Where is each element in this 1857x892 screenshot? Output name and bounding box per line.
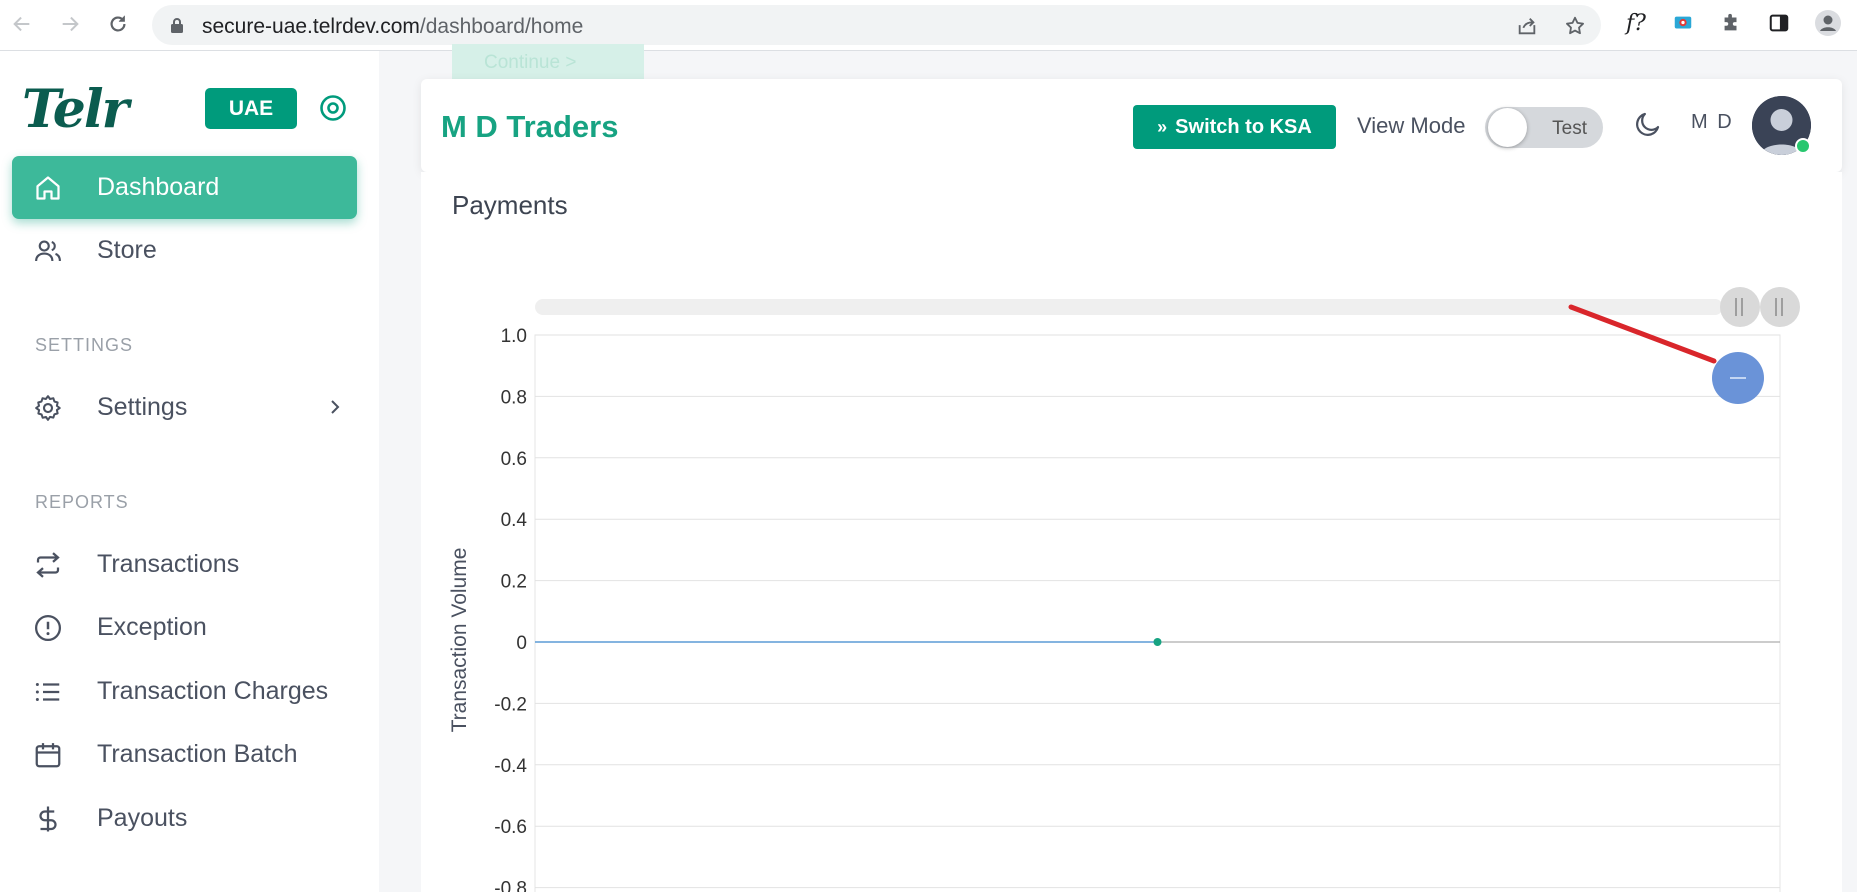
continue-button[interactable]: Continue > xyxy=(452,44,644,80)
y-tick-label: 0.6 xyxy=(501,449,527,470)
region-badge[interactable]: UAE xyxy=(205,88,297,129)
camera-extension-icon[interactable] xyxy=(1670,10,1696,36)
sidebar-item-transaction-charges[interactable]: Transaction Charges xyxy=(12,660,357,723)
section-label-settings: SETTINGS xyxy=(35,335,134,355)
reload-icon[interactable] xyxy=(105,11,131,37)
puzzle-icon[interactable] xyxy=(1718,10,1744,36)
annotation-arrow xyxy=(1568,304,1717,364)
plot-area xyxy=(534,334,1781,892)
sidebar: Telr UAE Dashboard Store SETTINGS Settin… xyxy=(0,51,379,892)
sidebar-item-payouts[interactable]: Payouts xyxy=(12,787,357,850)
forward-arrow-icon[interactable] xyxy=(57,11,83,37)
switch-to-ksa-button[interactable]: » Switch to KSA xyxy=(1133,105,1336,149)
chevron-right-icon xyxy=(329,397,341,417)
section-label-reports: REPORTS xyxy=(35,492,129,512)
y-tick-label: 0.8 xyxy=(501,387,527,408)
y-axis-label: Transaction Volume xyxy=(448,548,471,733)
star-icon[interactable] xyxy=(1563,14,1587,38)
y-tick-label: -0.6 xyxy=(494,817,527,838)
moon-icon[interactable] xyxy=(1633,109,1663,139)
merchant-name: M D Traders xyxy=(441,109,619,144)
sidebar-item-transaction-batch[interactable]: Transaction Batch xyxy=(12,723,357,786)
sidebar-item-label: Dashboard xyxy=(97,173,220,201)
telr-logo[interactable]: Telr xyxy=(22,79,129,140)
sidebar-item-label: Transactions xyxy=(97,550,240,578)
y-tick-label: 0 xyxy=(516,633,527,654)
sidebar-item-label: Settings xyxy=(97,393,188,421)
toggle-knob xyxy=(1488,108,1527,147)
target-icon[interactable] xyxy=(319,94,347,122)
font-extension-icon[interactable]: f? xyxy=(1623,10,1649,36)
lock-icon xyxy=(170,17,184,34)
zoom-handle-left[interactable] xyxy=(1720,287,1760,327)
address-bar[interactable]: secure-uae.telrdev.com/dashboard/home xyxy=(152,5,1601,45)
zoom-slider-track[interactable] xyxy=(535,299,1723,315)
sidebar-item-label: Payouts xyxy=(97,804,188,832)
y-tick-label: -0.8 xyxy=(494,879,527,892)
share-icon[interactable] xyxy=(1515,14,1539,38)
sidebar-item-label: Exception xyxy=(97,613,207,641)
online-status-dot xyxy=(1795,138,1811,154)
zoom-handle-right[interactable] xyxy=(1760,287,1800,327)
header-card: M D Traders » Switch to KSA View Mode Te… xyxy=(421,79,1842,172)
user-initials: M D xyxy=(1691,111,1734,133)
users-icon xyxy=(33,236,63,266)
browser-toolbar: secure-uae.telrdev.com/dashboard/home f? xyxy=(0,0,1857,51)
sidebar-item-transactions[interactable]: Transactions xyxy=(12,533,357,596)
payments-card: Payments 1.0 0.8 0.6 0.4 0.2 0 -0.2 -0.4 -0.6 -0.… xyxy=(421,172,1842,892)
data-point[interactable] xyxy=(1153,638,1162,646)
y-tick-label: -0.2 xyxy=(494,694,527,715)
sidebar-item-label: Transaction Charges xyxy=(97,677,329,705)
repeat-icon xyxy=(33,550,63,580)
calendar-icon xyxy=(33,740,63,770)
list-icon xyxy=(33,677,63,707)
sidebar-item-label: Transaction Batch xyxy=(97,740,298,768)
gear-icon xyxy=(33,393,63,423)
payments-chart: 1.0 0.8 0.6 0.4 0.2 0 -0.2 -0.4 -0.6 -0.8 Transac… xyxy=(448,287,1800,892)
side-panel-icon[interactable] xyxy=(1766,10,1792,36)
sidebar-item-settings[interactable]: Settings xyxy=(12,376,357,439)
alert-circle-icon xyxy=(33,613,63,643)
dollar-icon xyxy=(33,804,63,834)
y-tick-label: 0.2 xyxy=(501,572,527,593)
y-tick-label: -0.4 xyxy=(494,756,527,777)
switch-button-label: Switch to KSA xyxy=(1175,115,1312,138)
double-chevron-right-icon: » xyxy=(1157,116,1168,137)
sidebar-item-label: Store xyxy=(97,236,157,264)
url-text: secure-uae.telrdev.com/dashboard/home xyxy=(202,15,584,38)
collapse-button[interactable] xyxy=(1712,352,1764,404)
sidebar-item-store[interactable]: Store xyxy=(12,219,357,282)
profile-icon[interactable] xyxy=(1815,10,1841,36)
y-tick-label: 1.0 xyxy=(501,326,527,347)
view-mode-label: View Mode xyxy=(1357,113,1466,138)
view-mode-toggle[interactable]: Test xyxy=(1485,107,1603,148)
back-arrow-icon[interactable] xyxy=(9,11,35,37)
sidebar-item-dashboard[interactable]: Dashboard xyxy=(12,156,357,219)
home-icon xyxy=(33,173,63,203)
toggle-label: Test xyxy=(1552,118,1587,139)
sidebar-item-exception[interactable]: Exception xyxy=(12,596,357,659)
y-tick-label: 0.4 xyxy=(501,510,528,531)
